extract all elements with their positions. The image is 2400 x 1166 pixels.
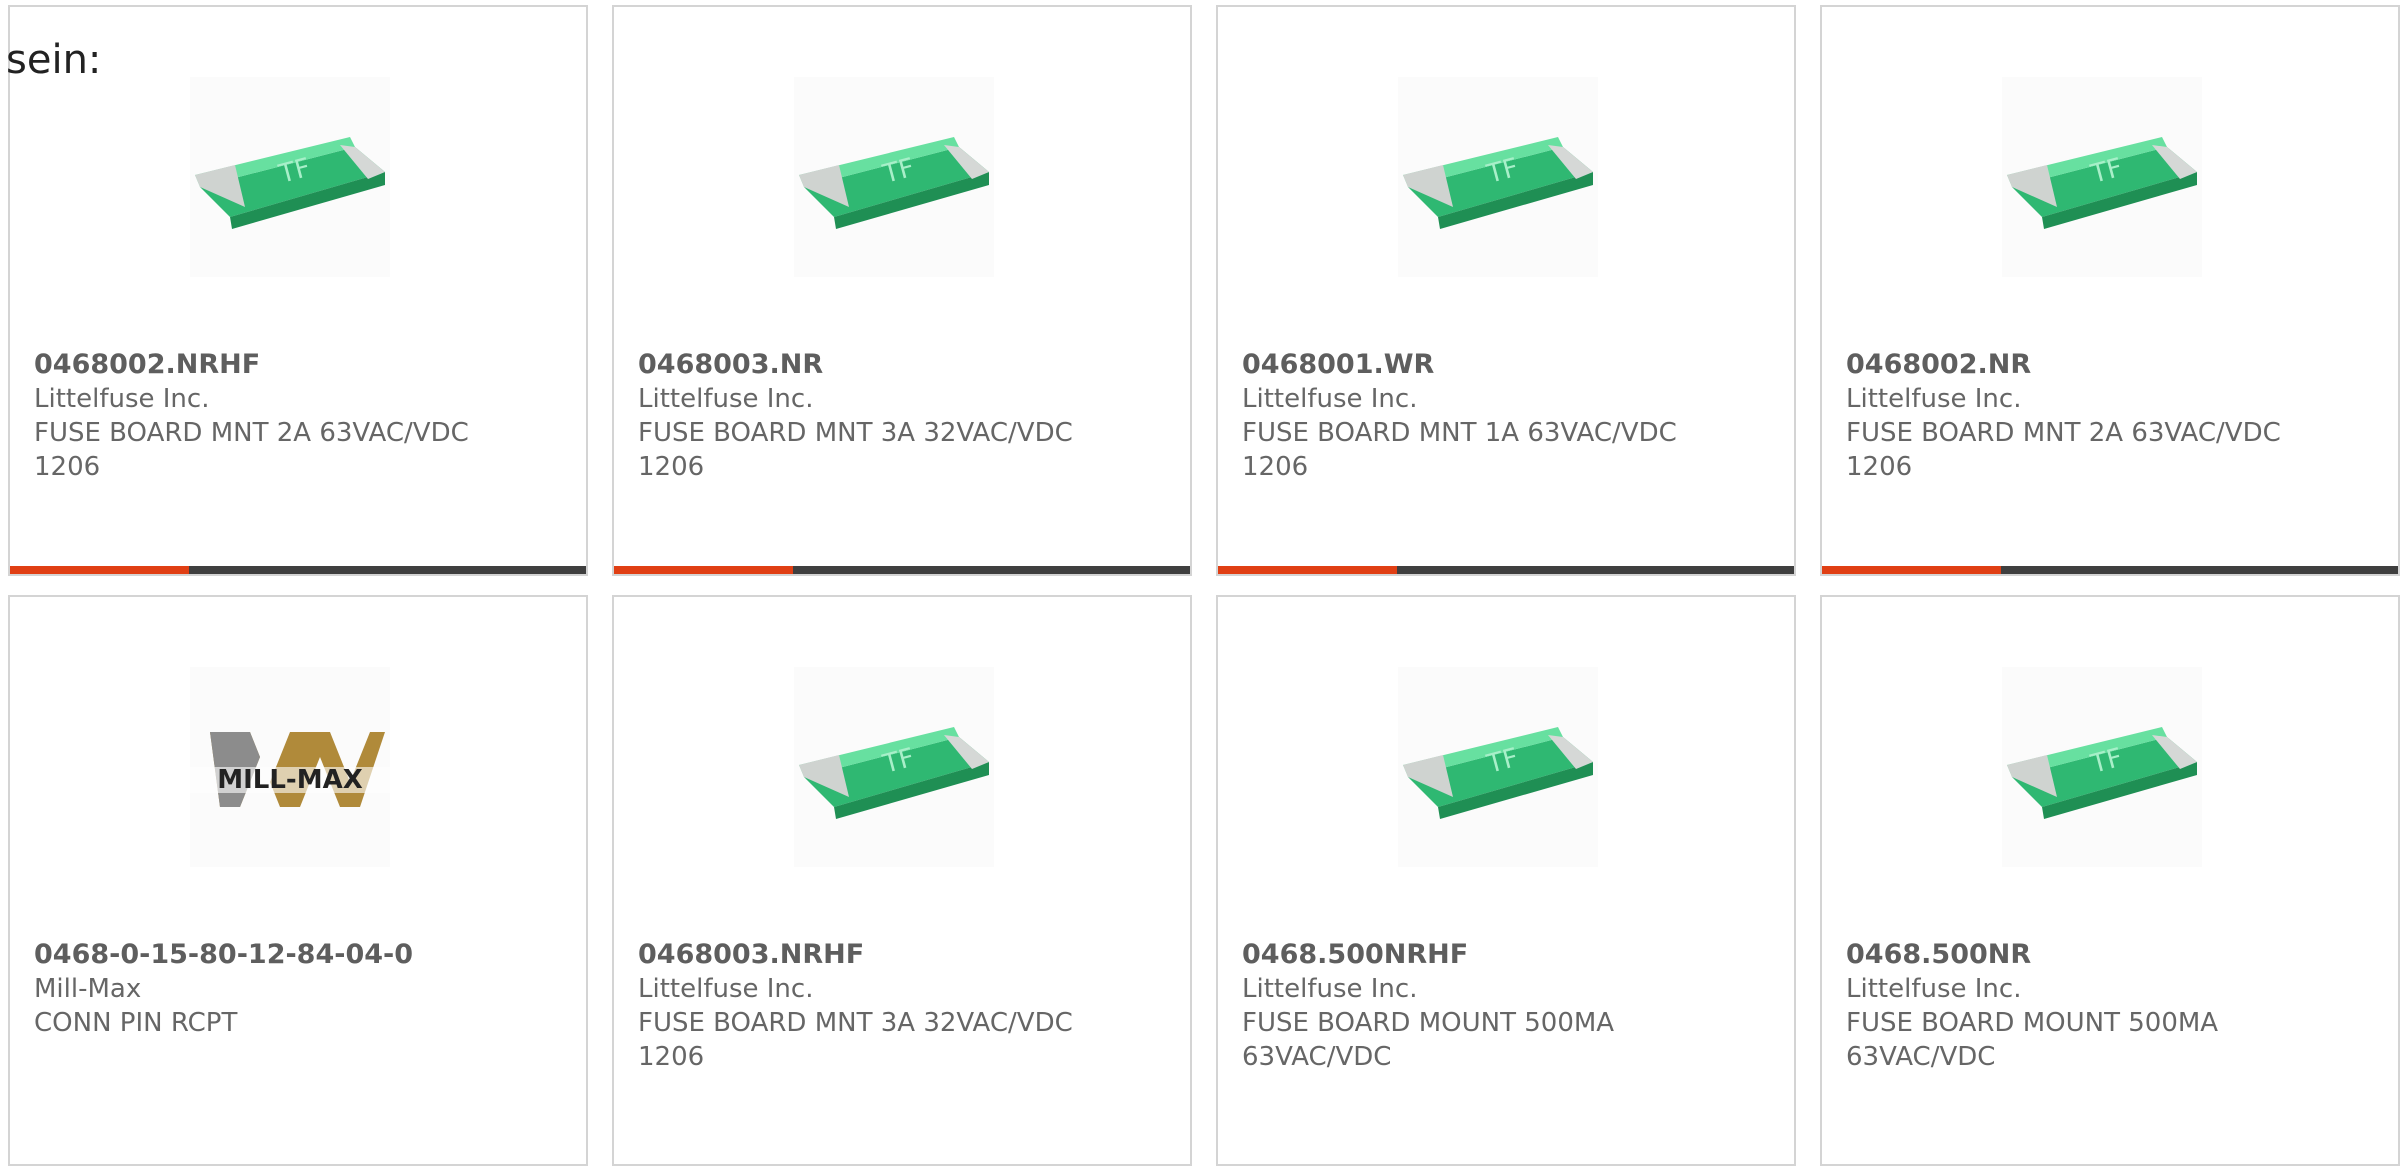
product-image: TF xyxy=(794,667,994,867)
smd-fuse-icon: TF xyxy=(799,137,989,229)
product-info: 0468.500NR Littelfuse Inc. FUSE BOARD MO… xyxy=(1846,938,2374,1074)
progress-fill xyxy=(614,566,793,574)
product-card[interactable]: TF 0468002.NR Littelfuse Inc. FUSE BOARD… xyxy=(1820,5,2400,576)
manufacturer: Littelfuse Inc. xyxy=(1846,974,2022,1004)
part-number-link[interactable]: 0468003.NRHF xyxy=(638,938,1166,972)
product-image: MILL-MAX xyxy=(190,667,390,867)
product-grid: TF 0468002.NRHF Littelfuse Inc. FUSE BOA… xyxy=(8,5,2400,1166)
part-number-link[interactable]: 0468003.NR xyxy=(638,348,1166,382)
product-info: 0468002.NRHF Littelfuse Inc. FUSE BOARD … xyxy=(34,348,562,484)
product-card[interactable]: TF 0468002.NRHF Littelfuse Inc. FUSE BOA… xyxy=(8,5,588,576)
product-card[interactable]: MILL-MAX 0468-0-15-80-12-84-04-0 Mill-Ma… xyxy=(8,595,588,1166)
product-info: 0468003.NRHF Littelfuse Inc. FUSE BOARD … xyxy=(638,938,1166,1074)
progress-fill xyxy=(10,566,189,574)
description: FUSE BOARD MOUNT 500MA 63VAC/VDC xyxy=(1242,1008,1615,1072)
product-image: TF xyxy=(794,77,994,277)
manufacturer: Littelfuse Inc. xyxy=(638,974,814,1004)
product-info: 0468.500NRHF Littelfuse Inc. FUSE BOARD … xyxy=(1242,938,1770,1074)
product-info: 0468002.NR Littelfuse Inc. FUSE BOARD MN… xyxy=(1846,348,2374,484)
smd-fuse-icon: TF xyxy=(2007,727,2197,819)
logo-wordmark: MILL-MAX xyxy=(217,765,363,795)
description: CONN PIN RCPT xyxy=(34,1008,238,1038)
product-card[interactable]: TF 0468.500NR Littelfuse Inc. FUSE BOARD… xyxy=(1820,595,2400,1166)
product-image: TF xyxy=(1398,667,1598,867)
progress-fill xyxy=(1822,566,2001,574)
part-number-link[interactable]: 0468001.WR xyxy=(1242,348,1770,382)
manufacturer: Mill-Max xyxy=(34,974,142,1004)
progress-bar xyxy=(1218,566,1794,574)
product-info: 0468003.NR Littelfuse Inc. FUSE BOARD MN… xyxy=(638,348,1166,484)
product-info: 0468-0-15-80-12-84-04-0 Mill-Max CONN PI… xyxy=(34,938,562,1040)
description: FUSE BOARD MNT 3A 32VAC/VDC 1206 xyxy=(638,1008,1073,1072)
product-image: TF xyxy=(2002,667,2202,867)
description: FUSE BOARD MNT 1A 63VAC/VDC 1206 xyxy=(1242,418,1677,482)
part-number-link[interactable]: 0468-0-15-80-12-84-04-0 xyxy=(34,938,562,972)
part-number-link[interactable]: 0468.500NR xyxy=(1846,938,2374,972)
description: FUSE BOARD MOUNT 500MA 63VAC/VDC xyxy=(1846,1008,2219,1072)
part-number-link[interactable]: 0468002.NR xyxy=(1846,348,2374,382)
intro-text: sein: xyxy=(6,37,102,83)
product-card[interactable]: TF 0468003.NRHF Littelfuse Inc. FUSE BOA… xyxy=(612,595,1192,1166)
product-image: TF xyxy=(2002,77,2202,277)
progress-fill xyxy=(1218,566,1397,574)
product-image: TF xyxy=(1398,77,1598,277)
part-number-link[interactable]: 0468.500NRHF xyxy=(1242,938,1770,972)
manufacturer: Littelfuse Inc. xyxy=(34,384,210,414)
product-card[interactable]: TF 0468.500NRHF Littelfuse Inc. FUSE BOA… xyxy=(1216,595,1796,1166)
smd-fuse-icon: TF xyxy=(1403,727,1593,819)
part-number-link[interactable]: 0468002.NRHF xyxy=(34,348,562,382)
manufacturer: Littelfuse Inc. xyxy=(1242,974,1418,1004)
manufacturer: Littelfuse Inc. xyxy=(1846,384,2022,414)
product-card[interactable]: TF 0468003.NR Littelfuse Inc. FUSE BOARD… xyxy=(612,5,1192,576)
manufacturer: Littelfuse Inc. xyxy=(1242,384,1418,414)
smd-fuse-icon: TF xyxy=(1403,137,1593,229)
smd-fuse-icon: TF xyxy=(195,137,385,229)
product-image: TF xyxy=(190,77,390,277)
description: FUSE BOARD MNT 2A 63VAC/VDC 1206 xyxy=(34,418,469,482)
progress-bar xyxy=(10,566,586,574)
smd-fuse-icon: TF xyxy=(2007,137,2197,229)
progress-bar xyxy=(1822,566,2398,574)
product-info: 0468001.WR Littelfuse Inc. FUSE BOARD MN… xyxy=(1242,348,1770,484)
description: FUSE BOARD MNT 3A 32VAC/VDC 1206 xyxy=(638,418,1073,482)
smd-fuse-icon: TF xyxy=(799,727,989,819)
mill-max-logo: MILL-MAX xyxy=(190,732,390,807)
progress-bar xyxy=(614,566,1190,574)
manufacturer: Littelfuse Inc. xyxy=(638,384,814,414)
description: FUSE BOARD MNT 2A 63VAC/VDC 1206 xyxy=(1846,418,2281,482)
product-card[interactable]: TF 0468001.WR Littelfuse Inc. FUSE BOARD… xyxy=(1216,5,1796,576)
